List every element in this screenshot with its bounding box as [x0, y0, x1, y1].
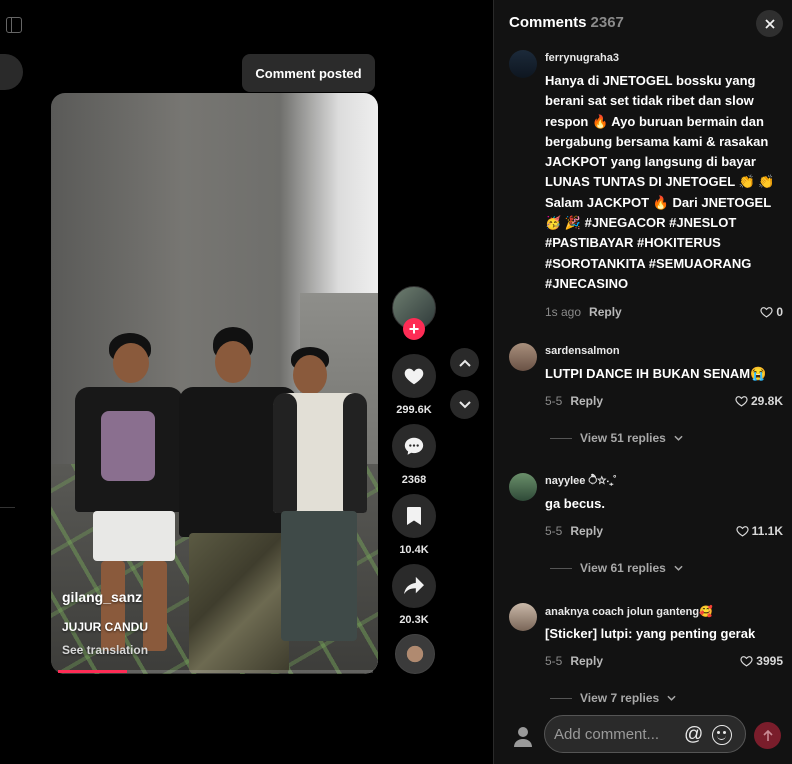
close-comments-button[interactable] [756, 10, 783, 37]
divider [0, 507, 15, 508]
post-comment-button[interactable] [754, 722, 781, 749]
comment-input[interactable] [554, 725, 674, 743]
arrow-up-icon [762, 729, 773, 741]
reply-button[interactable]: Reply [570, 654, 603, 668]
like-button[interactable] [392, 354, 436, 398]
comment-time: 5-5 [545, 524, 563, 538]
comment-avatar[interactable] [509, 50, 537, 78]
comment-text: LUTPI DANCE IH BUKAN SENAM😭 [545, 366, 767, 381]
comments-header: Comments 2367 [509, 14, 624, 31]
comment-input-box[interactable]: @ [544, 715, 746, 753]
comment-like-button[interactable]: 3995 [740, 654, 783, 668]
chevron-up-icon [458, 359, 471, 367]
divider [550, 567, 572, 569]
comment-time: 5-5 [545, 394, 563, 408]
reply-button[interactable]: Reply [570, 394, 603, 408]
comment-meta: 5-5 Reply [545, 394, 603, 408]
comment-count: 2368 [401, 474, 427, 486]
bookmark-count: 10.4K [399, 544, 429, 556]
heart-outline-icon [760, 307, 773, 318]
view-replies-button[interactable]: View 7 replies [550, 691, 676, 705]
sidebar-toggle-icon[interactable] [6, 17, 22, 33]
share-button[interactable] [392, 564, 436, 608]
comment-like-button[interactable]: 0 [760, 305, 783, 319]
comment-like-count: 11.1K [751, 524, 783, 538]
next-video-button[interactable] [450, 390, 479, 419]
comment-avatar[interactable] [509, 343, 537, 371]
like-count: 299.6K [396, 404, 432, 416]
video-description: JUJUR CANDU [62, 620, 149, 634]
heart-outline-icon [735, 396, 748, 407]
comment-posted-toast: Comment posted [242, 54, 375, 92]
comment-username[interactable]: anaknya coach jolun ganteng🥰 [545, 605, 713, 618]
comments-title: Comments [509, 14, 587, 31]
comment-button[interactable] [392, 424, 436, 468]
comment-text: Hanya di JNETOGEL bossku yang berani sat… [545, 73, 775, 291]
comment-meta: 1s ago Reply [545, 305, 622, 319]
view-replies-button[interactable]: View 51 replies [550, 431, 683, 445]
comment-text: ga becus. [545, 496, 605, 511]
heart-icon [404, 368, 424, 385]
comment-like-button[interactable]: 11.1K [736, 524, 783, 538]
comment-avatar[interactable] [509, 473, 537, 501]
comment-avatar[interactable] [509, 603, 537, 631]
chevron-down-icon [674, 565, 683, 571]
comment-meta: 5-5 Reply [545, 524, 603, 538]
view-replies-label: View 7 replies [580, 691, 660, 705]
view-replies-label: View 61 replies [580, 561, 666, 575]
close-icon [764, 18, 775, 29]
chevron-down-icon [674, 435, 683, 441]
view-replies-label: View 51 replies [580, 431, 666, 445]
comment-like-count: 3995 [756, 654, 783, 668]
comment-text: [Sticker] lutpi: yang penting gerak [545, 626, 756, 641]
divider [550, 437, 572, 439]
comment-bubble-icon [404, 437, 424, 455]
video-player[interactable] [51, 93, 378, 674]
bookmark-icon [407, 507, 421, 525]
comment-username[interactable]: ferrynugraha3 [545, 52, 619, 64]
user-avatar-icon [514, 727, 532, 747]
share-arrow-icon [404, 576, 424, 595]
video-progress-bar[interactable] [58, 670, 373, 673]
reply-button[interactable]: Reply [570, 524, 603, 538]
chevron-down-icon [667, 695, 676, 701]
video-author-username[interactable]: gilang_sanz [62, 589, 312, 605]
see-translation-link[interactable]: See translation [62, 643, 312, 657]
comments-count: 2367 [590, 14, 624, 31]
emoji-icon[interactable] [712, 725, 732, 745]
divider [550, 697, 572, 699]
heart-outline-icon [736, 526, 749, 537]
share-count: 20.3K [399, 614, 429, 626]
view-replies-button[interactable]: View 61 replies [550, 561, 683, 575]
comment-like-button[interactable]: 29.8K [735, 394, 783, 408]
comment-username[interactable]: sardensalmon [545, 345, 620, 357]
comment-like-count: 0 [776, 305, 783, 319]
follow-plus-icon[interactable]: + [403, 318, 425, 340]
comment-like-count: 29.8K [750, 394, 783, 408]
chevron-down-icon [458, 400, 471, 408]
comment-username[interactable]: nayylee ੈ✩‧₊˚ [545, 475, 617, 488]
comment-meta: 5-5 Reply [545, 654, 603, 668]
music-disc-avatar[interactable] [395, 634, 435, 674]
left-nav-button[interactable] [0, 54, 23, 90]
comment-time: 1s ago [545, 305, 582, 319]
mention-icon[interactable]: @ [684, 724, 703, 746]
comments-panel: Comments 2367 ferrynugraha3 Hanya di JNET… [493, 0, 792, 764]
heart-outline-icon [740, 656, 753, 667]
reply-button[interactable]: Reply [589, 305, 622, 319]
previous-video-button[interactable] [450, 348, 479, 377]
comment-composer: @ [494, 706, 792, 764]
bookmark-button[interactable] [392, 494, 436, 538]
video-progress-fill [58, 670, 128, 673]
comment-time: 5-5 [545, 654, 563, 668]
